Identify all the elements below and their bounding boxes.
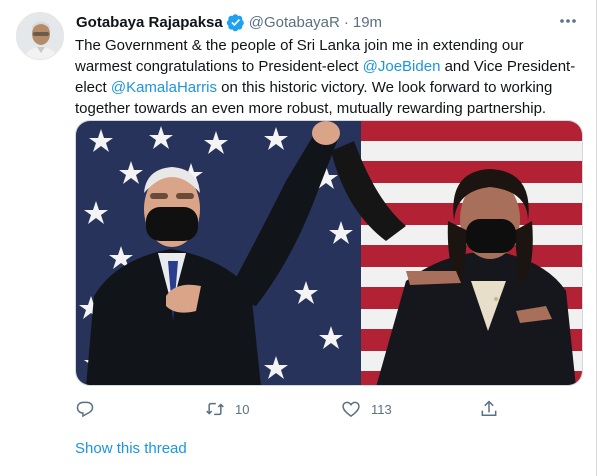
retweet-count: 10: [235, 401, 250, 417]
tweet-actions: 10 113: [75, 398, 505, 420]
mention-kamalaharris[interactable]: @KamalaHarris: [111, 79, 217, 96]
like-count: 113: [371, 401, 392, 417]
separator-dot: ·: [343, 13, 349, 31]
show-thread-link[interactable]: Show this thread: [75, 440, 187, 457]
reply-button[interactable]: [75, 398, 95, 420]
mention-joebiden[interactable]: @JoeBiden: [363, 58, 441, 75]
author-name[interactable]: Gotabaya Rajapaksa: [76, 14, 223, 31]
tweet-timestamp[interactable]: 19m: [353, 14, 382, 31]
avatar[interactable]: [16, 12, 64, 60]
reply-icon: [76, 401, 94, 418]
like-button[interactable]: 113: [341, 398, 392, 420]
retweet-icon: [206, 402, 224, 416]
tweet-text: The Government & the people of Sri Lanka…: [75, 35, 580, 119]
more-options-icon[interactable]: [559, 14, 577, 28]
tweet-header: Gotabaya Rajapaksa @GotabayaR · 19m: [76, 12, 577, 32]
tweet-photo[interactable]: [75, 120, 583, 386]
avatar-image: [17, 13, 63, 59]
retweet-button[interactable]: 10: [205, 398, 249, 420]
share-button[interactable]: [479, 398, 499, 420]
photo-image: [76, 121, 582, 385]
like-icon: [342, 401, 360, 418]
author-handle[interactable]: @GotabayaR: [249, 14, 340, 31]
share-icon: [481, 400, 497, 416]
verified-badge-icon: [226, 13, 245, 32]
tweet[interactable]: Gotabaya Rajapaksa @GotabayaR · 19m The …: [0, 0, 597, 476]
